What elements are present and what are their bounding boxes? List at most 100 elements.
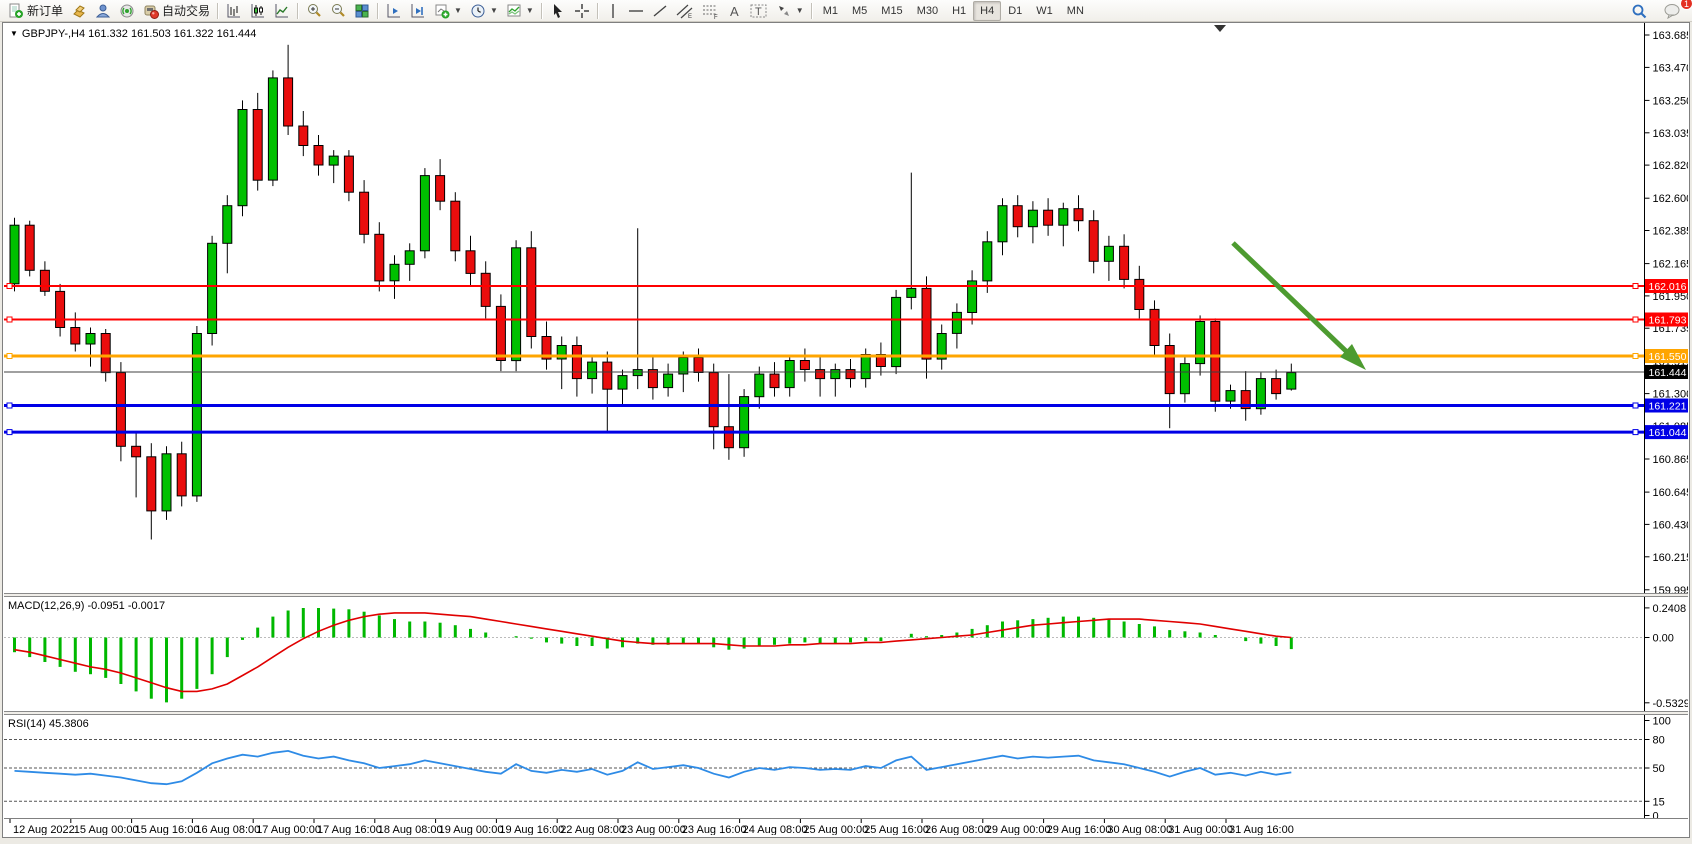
horizontal-line-icon xyxy=(628,3,644,19)
chart-forward-button[interactable] xyxy=(382,1,406,21)
candle xyxy=(664,374,673,388)
candle xyxy=(1013,206,1022,227)
one-click-trading-icon[interactable]: ▼ xyxy=(10,29,18,38)
text-tool[interactable]: A xyxy=(724,1,746,21)
rsi-indicator-label: RSI(14) 45.3806 xyxy=(8,718,89,730)
svg-text:160.645: 160.645 xyxy=(1653,487,1689,499)
template-dropdown[interactable]: ▼ xyxy=(502,1,538,21)
svg-text:15 Aug 16:00: 15 Aug 16:00 xyxy=(135,824,200,835)
search-button[interactable] xyxy=(1627,1,1652,21)
search-icon xyxy=(1631,3,1648,20)
vertical-line-tool[interactable] xyxy=(602,1,624,21)
svg-text:161.044: 161.044 xyxy=(1649,427,1687,439)
trendline-tool[interactable] xyxy=(648,1,672,21)
zoom-out-button[interactable] xyxy=(326,1,350,21)
candle xyxy=(998,206,1007,242)
text-label-tool[interactable]: T xyxy=(746,1,772,21)
svg-text:159.995: 159.995 xyxy=(1653,585,1689,593)
svg-text:162.600: 162.600 xyxy=(1653,193,1689,205)
svg-text:T: T xyxy=(755,6,762,18)
candle xyxy=(162,454,171,511)
candle xyxy=(390,264,399,281)
candle xyxy=(344,156,353,192)
line-chart-button[interactable] xyxy=(270,1,294,21)
candle xyxy=(314,146,323,166)
line-chart-icon xyxy=(274,3,290,19)
tile-windows-button[interactable] xyxy=(350,1,374,21)
fibonacci-tool[interactable]: F xyxy=(698,1,724,21)
svg-text:A: A xyxy=(730,4,739,19)
equidistant-channel-tool[interactable]: E xyxy=(672,1,698,21)
candle xyxy=(253,110,262,181)
candle xyxy=(846,370,855,379)
trendline-icon xyxy=(652,3,668,19)
svg-text:162.820: 162.820 xyxy=(1653,160,1689,172)
timeframe-button-H4[interactable]: H4 xyxy=(973,1,1001,21)
toolbar-separator xyxy=(217,3,219,19)
horizontal-line-tool[interactable] xyxy=(624,1,648,21)
svg-text:17 Aug 16:00: 17 Aug 16:00 xyxy=(317,824,382,835)
macd-signal-line xyxy=(15,613,1292,692)
notifications-button[interactable]: 1 xyxy=(1660,1,1686,21)
tile-windows-icon xyxy=(354,3,370,19)
arrows-dropdown[interactable]: ▼ xyxy=(772,1,808,21)
candle xyxy=(10,225,19,284)
cursor-icon xyxy=(550,3,566,19)
bar-chart-button[interactable] xyxy=(222,1,246,21)
svg-text:160.865: 160.865 xyxy=(1653,454,1689,466)
timeframe-button-H1[interactable]: H1 xyxy=(945,1,973,21)
candle xyxy=(816,370,825,379)
svg-text:0.2408: 0.2408 xyxy=(1653,603,1687,615)
candle xyxy=(527,248,536,337)
toolbar-separator xyxy=(597,3,599,19)
svg-text:31 Aug 00:00: 31 Aug 00:00 xyxy=(1168,824,1233,835)
trend-arrow-annotation[interactable] xyxy=(1233,243,1366,370)
zoom-in-button[interactable] xyxy=(302,1,326,21)
timeframe-button-D1[interactable]: D1 xyxy=(1001,1,1029,21)
svg-text:23 Aug 00:00: 23 Aug 00:00 xyxy=(621,824,686,835)
timeframe-button-M1[interactable]: M1 xyxy=(816,1,845,21)
macd-indicator-label: MACD(12,26,9) -0.0951 -0.0017 xyxy=(8,600,165,612)
rsi-panel-canvas[interactable]: 1008050150 xyxy=(4,715,1688,818)
chevron-down-icon: ▼ xyxy=(454,6,462,15)
svg-text:162.016: 162.016 xyxy=(1649,281,1687,293)
candle xyxy=(177,454,186,496)
candle xyxy=(1074,209,1083,221)
candlestick-chart-button[interactable] xyxy=(246,1,270,21)
timeframe-button-W1[interactable]: W1 xyxy=(1029,1,1060,21)
candle xyxy=(360,192,369,234)
timeframe-button-M30[interactable]: M30 xyxy=(910,1,945,21)
svg-text:26 Aug 08:00: 26 Aug 08:00 xyxy=(925,824,990,835)
candle xyxy=(284,78,293,126)
chart-end-button[interactable] xyxy=(406,1,430,21)
new-order-button[interactable]: 新订单 xyxy=(4,1,67,21)
candle xyxy=(1104,246,1113,261)
svg-text:163.685: 163.685 xyxy=(1653,30,1689,42)
cursor-tool-button[interactable] xyxy=(546,1,570,21)
candle xyxy=(770,374,779,388)
timeframe-button-M5[interactable]: M5 xyxy=(845,1,874,21)
svg-text:30 Aug 08:00: 30 Aug 08:00 xyxy=(1107,824,1172,835)
svg-text:100: 100 xyxy=(1653,716,1671,728)
time-axis[interactable]: 12 Aug 202215 Aug 00:0015 Aug 16:0016 Au… xyxy=(4,818,1688,835)
horizontal-lines[interactable] xyxy=(4,284,1645,435)
timeframe-button-M15[interactable]: M15 xyxy=(874,1,909,21)
market-watch-button[interactable] xyxy=(67,1,91,21)
chart-shift-marker[interactable] xyxy=(1214,25,1226,32)
candle xyxy=(709,373,718,427)
period-dropdown[interactable]: ▼ xyxy=(466,1,502,21)
svg-text:160.430: 160.430 xyxy=(1653,519,1689,531)
macd-panel-canvas[interactable]: 0.24080.00-0.5329 xyxy=(4,597,1688,711)
candle xyxy=(861,355,870,379)
navigator-button[interactable] xyxy=(115,1,139,21)
crosshair-tool-button[interactable] xyxy=(570,1,594,21)
data-window-button[interactable] xyxy=(91,1,115,21)
timeframe-button-MN[interactable]: MN xyxy=(1060,1,1091,21)
candle xyxy=(1059,209,1068,226)
autotrading-label: 自动交易 xyxy=(162,2,210,19)
bar-chart-icon xyxy=(226,3,242,19)
new-chart-dropdown[interactable]: ▼ xyxy=(430,1,466,21)
svg-text:-0.5329: -0.5329 xyxy=(1653,698,1689,710)
autotrading-button[interactable]: 自动交易 xyxy=(139,1,214,21)
main-chart-canvas[interactable]: 163.685163.470163.250163.035162.820162.6… xyxy=(4,23,1688,593)
